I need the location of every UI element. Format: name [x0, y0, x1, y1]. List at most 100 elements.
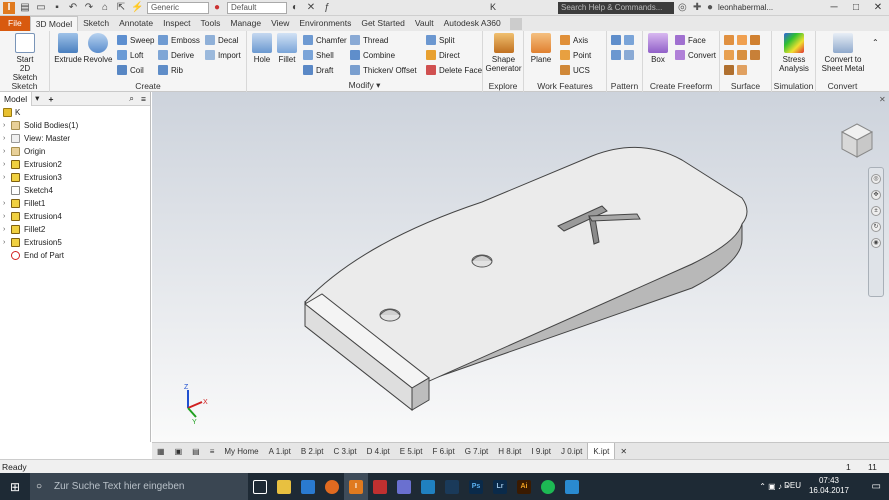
emboss-button[interactable]: Emboss: [158, 33, 200, 47]
combine-button[interactable]: Combine: [350, 48, 395, 62]
browser-tab-close-icon[interactable]: ▾: [32, 93, 42, 104]
tree-item-solid-bodies[interactable]: › Solid Bodies(1): [0, 119, 150, 132]
sweep-button[interactable]: Sweep: [117, 33, 154, 47]
doc-tab[interactable]: F 6.ipt: [427, 443, 459, 460]
mirror-button[interactable]: [611, 48, 637, 62]
new-icon[interactable]: ▤: [19, 2, 31, 14]
expand-icon[interactable]: ›: [3, 223, 5, 236]
doc-tab-active[interactable]: K.ipt: [587, 442, 616, 460]
close-icon[interactable]: ✕: [867, 0, 889, 16]
stitch-button[interactable]: [724, 33, 763, 47]
taskbar-app-photos[interactable]: [368, 473, 392, 500]
import-button[interactable]: Import: [205, 48, 241, 62]
doc-tab[interactable]: C 3.ipt: [329, 443, 362, 460]
repair-button[interactable]: [724, 63, 750, 77]
open-icon[interactable]: ▭: [35, 2, 47, 14]
taskbar-app-cloud[interactable]: [440, 473, 464, 500]
orbit-icon[interactable]: ↻: [871, 222, 881, 232]
delete-face-button[interactable]: Delete Face: [426, 63, 482, 77]
fit-mesh-icon[interactable]: [737, 65, 747, 75]
update-icon[interactable]: ⚡: [131, 2, 143, 14]
tab-tools[interactable]: Tools: [196, 16, 226, 31]
expand-icon[interactable]: ›: [3, 145, 5, 158]
doc-tab[interactable]: A 1.ipt: [264, 443, 296, 460]
loft-button[interactable]: Loft: [117, 48, 143, 62]
shape-generator-button[interactable]: Shape Generator: [485, 33, 522, 73]
add-browser-tab-icon[interactable]: +: [42, 94, 59, 104]
box-button[interactable]: Box: [646, 33, 670, 64]
pan-icon[interactable]: ✥: [871, 190, 881, 200]
fx-icon[interactable]: ƒ: [321, 2, 333, 14]
expand-icon[interactable]: ›: [3, 132, 5, 145]
rectangular-pattern-button[interactable]: [611, 33, 637, 47]
tab-vault[interactable]: Vault: [410, 16, 439, 31]
expand-icon[interactable]: ›: [3, 171, 5, 184]
tree-item-extrusion2[interactable]: › Extrusion2: [0, 158, 150, 171]
tab-file[interactable]: File: [0, 16, 30, 31]
hole-button[interactable]: Hole: [251, 33, 273, 64]
doc-tab[interactable]: J 0.ipt: [556, 443, 587, 460]
plane-button[interactable]: Plane: [528, 33, 554, 64]
browser-menu-icon[interactable]: ≡: [137, 94, 150, 104]
user-name[interactable]: leonhabermal...: [718, 3, 773, 12]
look-at-icon[interactable]: ◉: [871, 238, 881, 248]
arrange-icon[interactable]: ▤: [187, 443, 205, 460]
taskbar-app-firefox[interactable]: [320, 473, 344, 500]
extend-icon[interactable]: [737, 50, 747, 60]
doc-tab[interactable]: I 9.ipt: [526, 443, 556, 460]
doc-menu-icon[interactable]: ≡: [205, 443, 220, 460]
ucs-button[interactable]: UCS: [560, 63, 590, 77]
minimize-icon[interactable]: ─: [823, 0, 845, 16]
revolve-button[interactable]: Revolve: [83, 33, 113, 64]
rib-button[interactable]: Rib: [158, 63, 183, 77]
tile-icon[interactable]: ▦: [152, 443, 170, 460]
expand-icon[interactable]: ›: [3, 197, 5, 210]
tab-view[interactable]: View: [266, 16, 294, 31]
face-button[interactable]: Face: [675, 33, 706, 47]
axis-button[interactable]: Axis: [560, 33, 588, 47]
browser-search-icon[interactable]: ⌕: [126, 93, 137, 104]
steering-wheel-icon[interactable]: ◎: [871, 174, 881, 184]
convert-to-sheet-metal-button[interactable]: Convert to Sheet Metal: [819, 33, 867, 73]
tab-sketch[interactable]: Sketch: [78, 16, 114, 31]
part-model[interactable]: K Z X Y ✕: [152, 92, 889, 442]
decal-button[interactable]: Decal: [205, 33, 238, 47]
inventor-logo-icon[interactable]: I: [3, 1, 15, 14]
start-2d-sketch-button[interactable]: Start 2D Sketch: [8, 33, 42, 82]
expand-icon[interactable]: ›: [3, 210, 5, 223]
taskbar-app-file-explorer[interactable]: [272, 473, 296, 500]
task-view-button[interactable]: [248, 473, 272, 500]
doc-tab-close-icon[interactable]: ✕: [615, 443, 632, 460]
save-icon[interactable]: ▪: [51, 2, 63, 14]
undo-icon[interactable]: ↶: [67, 2, 79, 14]
taskbar-app-spotify[interactable]: [536, 473, 560, 500]
maximize-icon[interactable]: □: [845, 0, 867, 16]
doc-tab[interactable]: G 7.ipt: [460, 443, 494, 460]
tab-manage[interactable]: Manage: [225, 16, 266, 31]
replace-face-icon[interactable]: [750, 50, 760, 60]
binoculars-icon[interactable]: ◎: [678, 2, 687, 13]
derive-button[interactable]: Derive: [158, 48, 194, 62]
tab-autodesk-a360[interactable]: Autodesk A360: [439, 16, 506, 31]
tree-root[interactable]: K: [0, 106, 150, 119]
browser-tab-model[interactable]: Model: [0, 91, 33, 106]
tab-environments[interactable]: Environments: [294, 16, 356, 31]
shell-button[interactable]: Shell: [303, 48, 334, 62]
tree-item-view[interactable]: › View: Master: [0, 132, 150, 145]
zoom-icon[interactable]: ±: [871, 206, 881, 216]
taskbar-app-chat[interactable]: [416, 473, 440, 500]
cascade-icon[interactable]: ▣: [170, 443, 188, 460]
split-button[interactable]: Split: [426, 33, 455, 47]
thread-button[interactable]: Thread: [350, 33, 388, 47]
ribbon-options-icon[interactable]: [509, 18, 522, 30]
taskbar-app-edge[interactable]: [296, 473, 320, 500]
tree-item-origin[interactable]: › Origin: [0, 145, 150, 158]
fillet-button[interactable]: Fillet: [275, 33, 299, 64]
language-indicator[interactable]: DEU: [784, 481, 801, 490]
convert-button[interactable]: Convert: [675, 48, 716, 62]
modify-group-title[interactable]: Modify ▾: [247, 80, 482, 91]
doc-tab-home[interactable]: My Home: [219, 443, 263, 460]
select-icon[interactable]: ⇱: [115, 2, 127, 14]
expand-icon[interactable]: ›: [3, 158, 5, 171]
tree-item-extrusion3[interactable]: › Extrusion3: [0, 171, 150, 184]
